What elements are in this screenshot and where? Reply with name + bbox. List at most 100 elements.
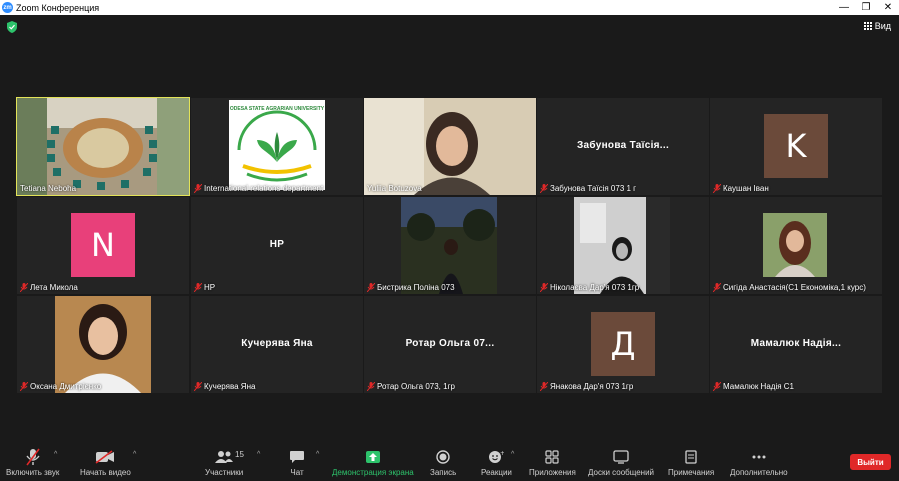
participant-tile[interactable]: Сигіда Анастасія(С1 Економіка,1 курс) (710, 197, 882, 294)
chat-options-chevron-icon[interactable]: ^ (316, 451, 319, 458)
apps-button[interactable]: Приложения (529, 447, 576, 477)
participant-avatar: Д (591, 312, 655, 376)
chat-button[interactable]: Чат (289, 447, 305, 477)
participant-tile[interactable]: Оксана Дмитрієнко (17, 296, 189, 393)
start-video-button[interactable]: Начать видео (80, 447, 131, 477)
participant-tile[interactable]: Yuliia Botuzova (364, 98, 536, 195)
participant-name: Оксана Дмитрієнко (20, 382, 101, 391)
view-label: Вид (874, 21, 891, 31)
leave-meeting-button[interactable]: Выйти (850, 454, 891, 470)
participant-name: Ніколаєва Дар'я 073 1гр (540, 283, 639, 292)
participant-tile[interactable]: Tetiana Neboha (16, 97, 190, 196)
mic-muted-icon (713, 184, 721, 193)
participant-tile[interactable]: Ніколаєва Дар'я 073 1гр (537, 197, 709, 294)
participant-tile[interactable]: ODESA STATE AGRARIAN UNIVERSITY Internat… (191, 98, 363, 195)
mic-muted-icon (194, 184, 202, 193)
notes-icon (685, 447, 697, 467)
participant-display-name: Кучерява Яна (241, 338, 313, 349)
participants-options-chevron-icon[interactable]: ^ (257, 451, 260, 458)
reactions-options-chevron-icon[interactable]: ^ (511, 451, 514, 458)
participant-name: Сигіда Анастасія(С1 Економіка,1 курс) (713, 283, 866, 292)
video-gallery: Tetiana Neboha ODESA STATE AGRARIAN UNIV… (16, 97, 882, 394)
participants-count: 15 (235, 450, 244, 459)
participant-name: Tetiana Neboha (20, 184, 77, 193)
participant-tile[interactable]: НР НР (191, 197, 363, 294)
mic-muted-icon (540, 382, 548, 391)
record-button[interactable]: Запись (430, 447, 456, 477)
mic-muted-icon (20, 283, 28, 292)
participant-video (763, 213, 827, 277)
participant-name: Мамалюк Надія С1 (713, 382, 794, 391)
participant-video (401, 197, 497, 294)
participant-tile[interactable]: N Лета Микола (17, 197, 189, 294)
participant-display-name: Мамалюк Надія... (750, 338, 842, 349)
mic-muted-icon (367, 283, 375, 292)
participant-tile[interactable]: Бистрика Поліна 073 (364, 197, 536, 294)
participant-name: Каушан Іван (713, 184, 769, 193)
participant-tile[interactable]: Д Янакова Дар'я 073 1гр (537, 296, 709, 393)
view-button[interactable]: Вид (863, 21, 891, 31)
participant-name: International relations department (194, 184, 323, 193)
audio-options-chevron-icon[interactable]: ^ (54, 451, 57, 458)
more-button[interactable]: Дополнительно (730, 447, 788, 477)
participant-name: Забунова Таїсія 073 1 г (540, 184, 636, 193)
minimize-button[interactable]: — (833, 0, 855, 15)
share-screen-icon (365, 447, 381, 467)
logo-text: ODESA STATE AGRARIAN UNIVERSITY (229, 106, 325, 112)
security-shield-icon[interactable] (7, 21, 17, 33)
participant-name: Ротар Ольга 073, 1гр (367, 382, 455, 391)
reactions-button[interactable]: + Реакции (481, 447, 512, 477)
participant-video (364, 98, 536, 195)
university-logo: ODESA STATE AGRARIAN UNIVERSITY (229, 100, 325, 190)
smiley-plus-icon: + (488, 447, 504, 467)
video-off-icon (95, 447, 115, 467)
participant-video (574, 197, 670, 294)
meeting-topbar (0, 15, 899, 41)
whiteboards-button[interactable]: Доски сообщений (588, 447, 654, 477)
participant-display-name: НР (269, 239, 285, 250)
window-titlebar: zm Zoom Конференция — ❐ ✕ (0, 0, 899, 15)
participant-name: Янакова Дар'я 073 1гр (540, 382, 633, 391)
apps-icon (545, 447, 560, 467)
share-screen-button[interactable]: Демонстрация экрана (332, 447, 414, 477)
record-icon (436, 447, 450, 467)
participant-name: Кучерява Яна (194, 382, 255, 391)
mic-muted-icon (540, 184, 548, 193)
notes-button[interactable]: Примечания (668, 447, 714, 477)
participant-name: Лета Микола (20, 283, 78, 292)
video-options-chevron-icon[interactable]: ^ (133, 451, 136, 458)
svg-text:+: + (500, 450, 504, 457)
mic-muted-icon (540, 283, 548, 292)
close-button[interactable]: ✕ (877, 0, 899, 15)
mic-muted-icon (367, 382, 375, 391)
whiteboard-icon (613, 447, 629, 467)
participants-icon (214, 447, 234, 467)
mic-muted-icon (26, 447, 40, 467)
mic-muted-icon (713, 283, 721, 292)
participant-name: НР (194, 283, 215, 292)
leaf-logo-icon (237, 110, 317, 182)
participant-tile[interactable]: Ротар Ольга 07... Ротар Ольга 073, 1гр (364, 296, 536, 393)
participant-tile[interactable]: K Каушан Іван (710, 98, 882, 195)
unmute-button[interactable]: Включить звук (6, 447, 59, 477)
participant-video (55, 296, 151, 393)
zoom-app-icon: zm (2, 2, 13, 13)
conference-room-video (17, 98, 189, 195)
mic-muted-icon (194, 382, 202, 391)
participant-tile[interactable]: Забунова Таїсія... Забунова Таїсія 073 1… (537, 98, 709, 195)
participant-avatar: K (764, 114, 828, 178)
maximize-button[interactable]: ❐ (855, 0, 877, 15)
window-controls: — ❐ ✕ (833, 0, 899, 15)
participant-name: Yuliia Botuzova (367, 184, 422, 193)
mic-muted-icon (194, 283, 202, 292)
participant-display-name: Ротар Ольга 07... (405, 338, 495, 349)
participant-tile[interactable]: Кучерява Яна Кучерява Яна (191, 296, 363, 393)
participant-display-name: Забунова Таїсія... (576, 140, 670, 151)
participant-name: Бистрика Поліна 073 (367, 283, 455, 292)
chat-bubble-icon (289, 447, 305, 467)
participant-tile[interactable]: Мамалюк Надія... Мамалюк Надія С1 (710, 296, 882, 393)
mic-muted-icon (713, 382, 721, 391)
window-title: Zoom Конференция (16, 2, 100, 13)
grid-view-icon (863, 22, 872, 30)
mic-muted-icon (20, 382, 28, 391)
